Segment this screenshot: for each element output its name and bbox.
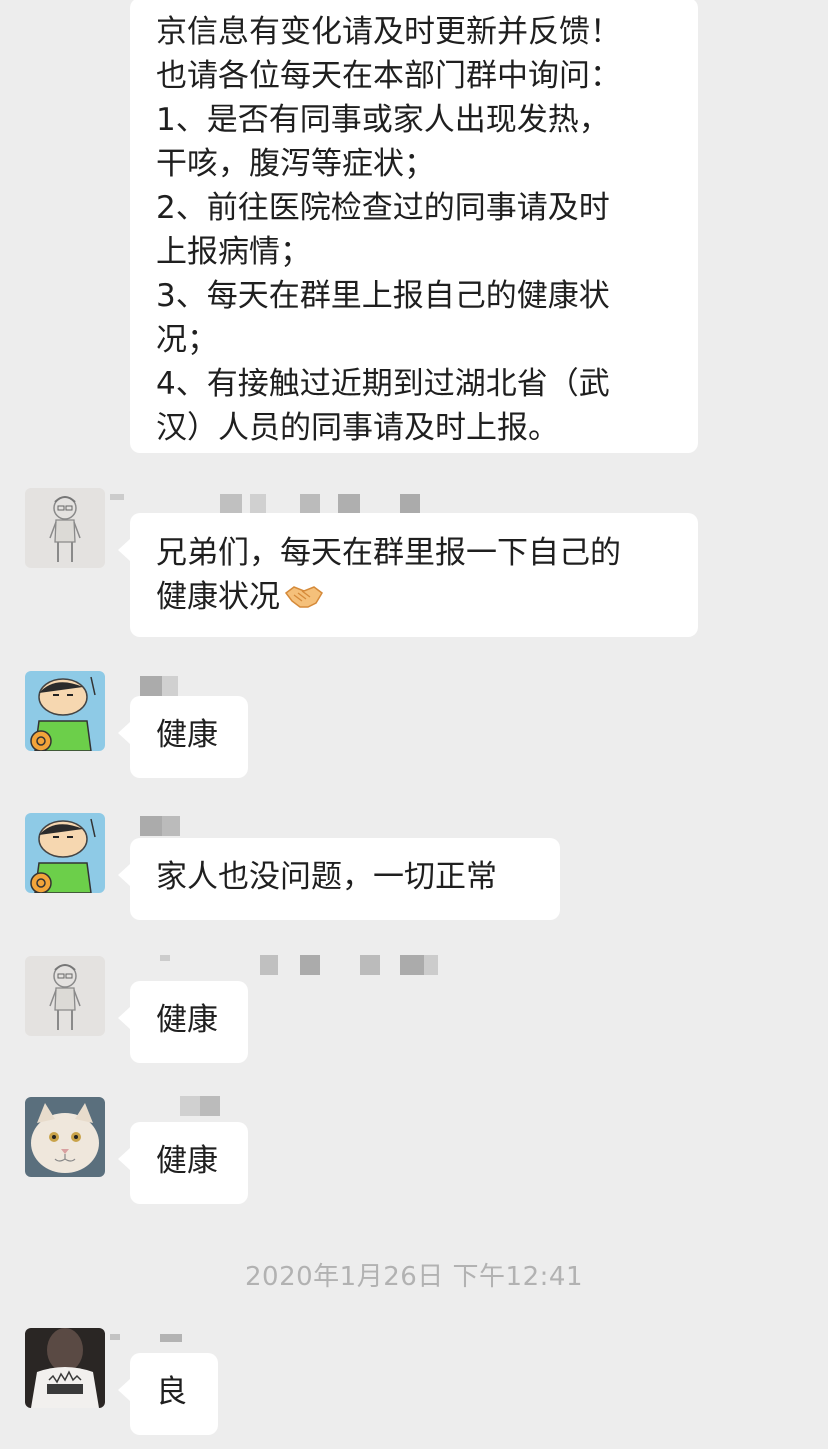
avatar-sketch-boy[interactable] — [25, 956, 105, 1036]
message-line: 4、有接触过近期到过湖北省（武 — [156, 366, 610, 402]
message-line: 况； — [156, 322, 218, 358]
avatar-person-shirt[interactable] — [25, 1328, 105, 1408]
message-bubble-notice[interactable]: 京信息有变化请及时更新并反馈！ 也请各位每天在本部门群中询问： 1、是否有同事或… — [130, 0, 698, 453]
message-line: 汉）人员的同事请及时上报。 — [156, 410, 559, 446]
sender-name-redacted — [140, 816, 200, 836]
message-line: 也请各位每天在本部门群中询问： — [156, 58, 621, 94]
chat-window: 京信息有变化请及时更新并反馈！ 也请各位每天在本部门群中询问： 1、是否有同事或… — [0, 0, 828, 1449]
message-bubble[interactable]: 良 — [118, 1353, 218, 1435]
message-line: 干咳，腹泻等症状； — [156, 146, 435, 182]
avatar-cartoon-boy[interactable] — [25, 813, 105, 893]
sketch-boy-icon — [25, 488, 105, 568]
message-line: 2、前往医院检查过的同事请及时 — [156, 190, 610, 226]
cartoon-boy-icon — [25, 671, 105, 751]
message-line: 京信息有变化请及时更新并反馈！ — [156, 14, 621, 50]
cartoon-boy-icon — [25, 813, 105, 893]
sender-name-redacted — [180, 1096, 230, 1116]
cat-icon — [25, 1097, 105, 1177]
message-timestamp: 2020年1月26日 下午12:41 — [245, 1262, 583, 1292]
message-line: 兄弟们，每天在群里报一下自己的 — [156, 535, 621, 571]
message-line: 3、每天在群里上报自己的健康状 — [156, 278, 610, 314]
message-bubble[interactable]: 健康 — [118, 1122, 248, 1204]
avatar-sketch-boy[interactable] — [25, 488, 105, 568]
message-bubble[interactable]: 家人也没问题，一切正常 — [118, 838, 560, 920]
sketch-boy-icon — [25, 956, 105, 1036]
message-text: 良 — [156, 1374, 187, 1410]
message-bubble[interactable]: 健康 — [118, 696, 248, 778]
message-text: 健康 — [156, 1143, 218, 1179]
message-text: 健康 — [156, 717, 218, 753]
avatar-cat[interactable] — [25, 1097, 105, 1177]
message-bubble[interactable]: 兄弟们，每天在群里报一下自己的 健康状况 — [118, 513, 698, 637]
avatar-cartoon-boy[interactable] — [25, 671, 105, 751]
person-shirt-icon — [25, 1328, 105, 1408]
message-bubble[interactable]: 健康 — [118, 981, 248, 1063]
message-line: 1、是否有同事或家人出现发热， — [156, 102, 610, 138]
sender-name-redacted — [160, 955, 450, 975]
handshake-emoji-icon — [284, 586, 323, 608]
sender-name-redacted — [140, 676, 200, 696]
message-text: 家人也没问题，一切正常 — [156, 859, 497, 895]
sender-name-redacted — [110, 1334, 190, 1354]
message-line: 上报病情； — [156, 234, 311, 270]
message-line-text: 健康状况 — [156, 579, 280, 615]
message-text: 健康 — [156, 1002, 218, 1038]
message-line: 健康状况 — [156, 575, 672, 619]
sender-name-redacted — [110, 494, 430, 514]
